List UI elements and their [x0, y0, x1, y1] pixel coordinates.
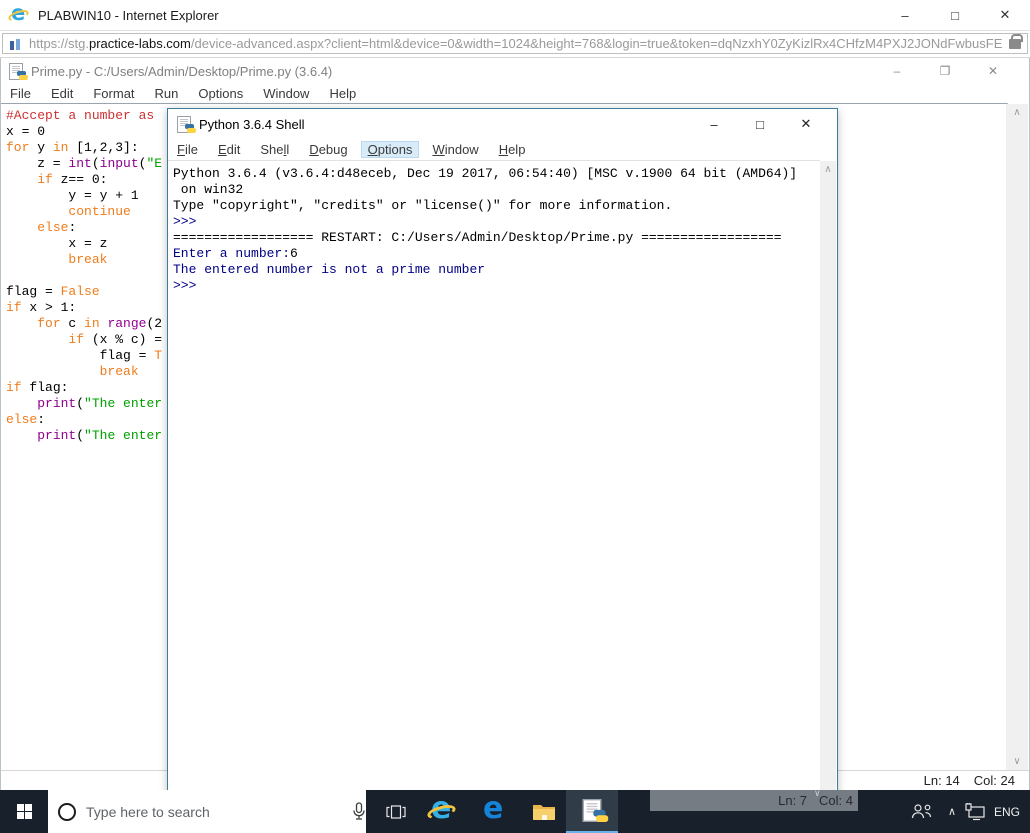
- menu-item-window[interactable]: Window: [425, 141, 485, 158]
- idle-shell-icon: [177, 115, 196, 133]
- url-input[interactable]: https://stg.practice-labs.com/device-adv…: [2, 33, 1028, 54]
- menu-item-run[interactable]: Run: [148, 85, 186, 102]
- menu-item-options[interactable]: Options: [191, 85, 250, 102]
- ie-close-button[interactable]: ✕: [980, 0, 1030, 30]
- internet-explorer-icon: e: [7, 1, 30, 26]
- url-path: /device-advanced.aspx?client=html&device…: [190, 36, 1003, 51]
- shell-line: on win32: [173, 182, 244, 197]
- editor-menubar: File Edit Format Run Options Window Help: [1, 84, 1029, 103]
- taskbar-ie-button[interactable]: e: [418, 790, 466, 833]
- shell-line: Enter a number:6: [173, 246, 298, 261]
- menu-item-help[interactable]: Help: [492, 141, 533, 158]
- scroll-up-icon[interactable]: ∧: [1006, 104, 1028, 121]
- shell-line: Type "copyright", "credits" or "license(…: [173, 198, 673, 213]
- file-explorer-icon: [533, 804, 555, 820]
- url-text: https://stg.practice-labs.com/device-adv…: [29, 36, 1003, 51]
- editor-close-button[interactable]: ✕: [969, 58, 1017, 84]
- shell-window-title: Python 3.6.4 Shell: [199, 116, 305, 132]
- shell-line: Python 3.6.4 (v3.6.4:d48eceb, Dec 19 201…: [173, 166, 798, 181]
- editor-restore-button[interactable]: ❐: [921, 58, 969, 84]
- editor-minimize-button[interactable]: –: [873, 58, 921, 84]
- start-button[interactable]: [0, 790, 48, 833]
- editor-vertical-scrollbar[interactable]: ∧ ∨: [1006, 104, 1028, 770]
- people-button[interactable]: [905, 790, 939, 833]
- menu-item-file[interactable]: File: [3, 85, 38, 102]
- taskbar-idle-button-active[interactable]: [566, 790, 618, 833]
- shell-line: >>>: [173, 278, 205, 293]
- editor-titlebar: Prime.py - C:/Users/Admin/Desktop/Prime.…: [1, 58, 1029, 84]
- shell-text-area[interactable]: Python 3.6.4 (v3.6.4:d48eceb, Dec 19 201…: [168, 160, 820, 814]
- menu-item-shell[interactable]: Shell: [253, 141, 296, 158]
- language-indicator[interactable]: ENG: [990, 790, 1024, 833]
- internet-explorer-icon: e: [425, 791, 458, 827]
- taskbar-edge-button[interactable]: e: [470, 790, 518, 833]
- editor-status-col: Col: 24: [973, 773, 1015, 788]
- url-domain: practice-labs.com: [89, 36, 191, 51]
- python-shell-window: Python 3.6.4 Shell – □ ✕ File Edit Shell De…: [167, 108, 838, 815]
- shell-line: The entered number is not a prime number: [173, 262, 486, 277]
- taskbar-file-explorer-button[interactable]: [522, 790, 566, 833]
- ssl-lock-icon: [1009, 33, 1023, 49]
- shell-titlebar: Python 3.6.4 Shell – □ ✕: [168, 109, 837, 139]
- task-view-button[interactable]: [376, 790, 416, 833]
- ie-titlebar: e PLABWIN10 - Internet Explorer – □ ✕: [0, 0, 1030, 30]
- microphone-icon[interactable]: [352, 802, 366, 821]
- taskbar-search[interactable]: [48, 790, 366, 833]
- menu-item-window[interactable]: Window: [256, 85, 316, 102]
- menu-item-edit[interactable]: Edit: [211, 141, 247, 158]
- windows-taskbar: e e ∨ Ln: 7Col: 4 ∧ ENG: [0, 789, 1030, 833]
- scroll-down-icon[interactable]: ∨: [1006, 753, 1028, 770]
- shell-statusbar-behind-taskbar: ∨ Ln: 7 Col: 4: [650, 789, 858, 811]
- edge-icon: e: [483, 790, 504, 826]
- menu-item-format[interactable]: Format: [86, 85, 141, 102]
- shell-maximize-button[interactable]: □: [737, 109, 783, 139]
- shell-menubar: File Edit Shell Debug Options Window Help: [168, 139, 837, 160]
- editor-window-title: Prime.py - C:/Users/Admin/Desktop/Prime.…: [31, 63, 333, 79]
- scroll-up-icon[interactable]: ∧: [820, 161, 836, 178]
- task-view-icon: [386, 804, 406, 819]
- ie-window-title: PLABWIN10 - Internet Explorer: [38, 7, 219, 23]
- menu-item-debug[interactable]: Debug: [302, 141, 354, 158]
- menu-item-options[interactable]: Options: [360, 141, 420, 158]
- url-scheme: https://: [29, 36, 69, 51]
- menu-item-file[interactable]: File: [170, 141, 205, 158]
- ie-minimize-button[interactable]: –: [880, 0, 930, 30]
- ie-maximize-button[interactable]: □: [930, 0, 980, 30]
- network-status-button[interactable]: [963, 790, 989, 833]
- cortana-icon: [58, 802, 76, 821]
- url-subdomain: stg.: [68, 36, 89, 51]
- shell-close-button[interactable]: ✕: [783, 109, 829, 139]
- menu-item-edit[interactable]: Edit: [44, 85, 80, 102]
- shell-minimize-button[interactable]: –: [691, 109, 737, 139]
- shell-line: ================== RESTART: C:/Users/Adm…: [173, 230, 782, 245]
- editor-status-line: Ln: 14: [923, 773, 960, 788]
- shell-line: >>>: [173, 214, 205, 229]
- ie-address-bar: https://stg.practice-labs.com/device-adv…: [0, 30, 1030, 58]
- people-icon: [911, 804, 932, 819]
- shell-vertical-scrollbar[interactable]: ∧: [820, 161, 836, 814]
- show-hidden-icons-button[interactable]: ∧: [942, 790, 962, 833]
- site-favicon: [10, 38, 20, 50]
- windows-logo-icon: [16, 804, 32, 819]
- idle-file-icon: [582, 799, 609, 822]
- shell-status-text: Ln: 7 Col: 4: [778, 793, 853, 808]
- menu-item-help[interactable]: Help: [322, 85, 363, 102]
- idle-file-icon: [9, 62, 28, 80]
- search-input[interactable]: [86, 803, 352, 820]
- network-icon: [965, 802, 985, 820]
